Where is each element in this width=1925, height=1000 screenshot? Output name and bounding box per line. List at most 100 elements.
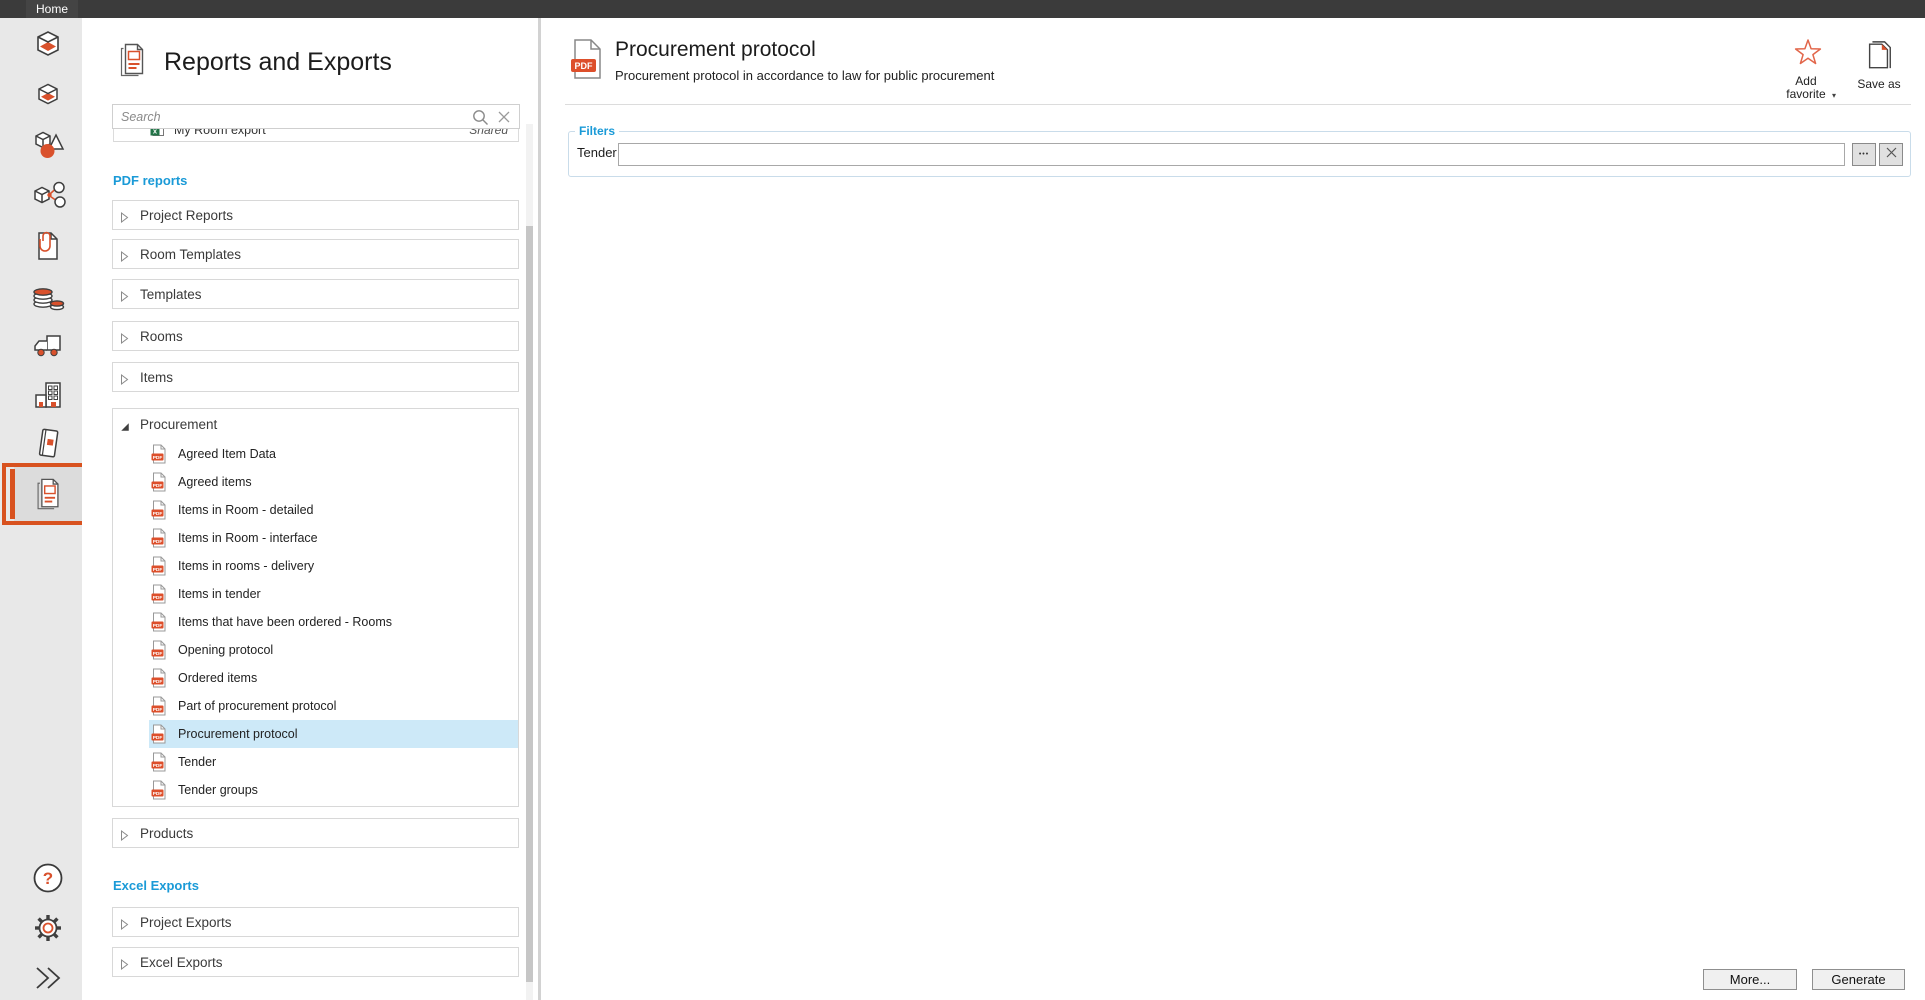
report-item-label: Items in Room - detailed	[178, 503, 313, 517]
pdf-file-icon: PDF	[151, 584, 167, 609]
save-as-button[interactable]: Save as	[1851, 40, 1907, 93]
sidebar-item-finance[interactable]	[30, 278, 66, 314]
sidebar-item-company[interactable]	[30, 377, 66, 413]
expander-collapsed-icon	[120, 249, 129, 267]
documents-icon	[32, 228, 64, 264]
tab-home[interactable]: Home	[26, 0, 78, 18]
filters-legend: Filters	[575, 124, 619, 138]
more-button[interactable]: More...	[1703, 969, 1797, 990]
help-icon: ?	[32, 862, 64, 894]
pdf-file-icon-large: PDF	[570, 38, 604, 85]
group-label: Items	[140, 370, 173, 385]
scrollbar-thumb[interactable]	[526, 226, 533, 982]
sidebar-item-project[interactable]	[30, 28, 66, 64]
company-icon	[31, 378, 65, 412]
group-procurement-header[interactable]: Procurement	[113, 409, 518, 440]
report-item[interactable]: PDF Items in tender	[149, 580, 518, 608]
group-label: Room Templates	[140, 247, 241, 262]
sidebar-item-settings[interactable]	[30, 910, 66, 946]
report-item[interactable]: PDF Part of procurement protocol	[149, 692, 518, 720]
svg-text:PDF: PDF	[575, 61, 594, 71]
sidebar-item-reports[interactable]	[30, 476, 66, 512]
group-project-exports[interactable]: Project Exports	[112, 907, 519, 937]
group-rooms[interactable]: Rooms	[112, 321, 519, 351]
report-item-label: Opening protocol	[178, 643, 273, 657]
tender-browse-button[interactable]: •••	[1852, 143, 1876, 166]
group-templates[interactable]: Templates	[112, 279, 519, 309]
svg-text:PDF: PDF	[153, 511, 163, 517]
detail-subtitle: Procurement protocol in accordance to la…	[615, 68, 994, 83]
project-icon	[30, 28, 66, 64]
tender-clear-button[interactable]	[1879, 143, 1903, 166]
pdf-file-icon: PDF	[151, 752, 167, 777]
sidebar-item-catalog[interactable]	[30, 426, 66, 462]
detail-title: Procurement protocol	[615, 38, 816, 62]
scrolled-report-row[interactable]: x My Room export Shared	[113, 129, 519, 142]
group-items[interactable]: Items	[112, 362, 519, 392]
report-item[interactable]: PDF Items that have been ordered - Rooms	[149, 608, 518, 636]
pdf-file-icon: PDF	[151, 668, 167, 693]
report-item-label: Ordered items	[178, 671, 257, 685]
expander-collapsed-icon	[120, 210, 129, 228]
report-item[interactable]: PDF Opening protocol	[149, 636, 518, 664]
generate-button[interactable]: Generate	[1812, 969, 1905, 990]
group-label: Products	[140, 826, 193, 841]
group-label: Excel Exports	[140, 955, 223, 970]
report-item[interactable]: PDF Items in Room - detailed	[149, 496, 518, 524]
report-item[interactable]: PDF Agreed Item Data	[149, 440, 518, 468]
group-excel-exports[interactable]: Excel Exports	[112, 947, 519, 977]
search-input[interactable]	[113, 105, 483, 128]
svg-text:PDF: PDF	[153, 679, 163, 685]
tender-label: Tender	[577, 145, 617, 160]
expander-expanded-icon	[120, 419, 130, 437]
detail-panel: PDF Procurement protocol Procurement pro…	[541, 18, 1925, 1000]
sidebar-item-products[interactable]	[30, 178, 66, 214]
expander-collapsed-icon	[120, 828, 129, 846]
catalog-icon	[32, 426, 64, 462]
svg-text:PDF: PDF	[153, 455, 163, 461]
save-as-icon	[1865, 57, 1893, 74]
room-icon	[31, 79, 65, 113]
pdf-file-icon: PDF	[151, 724, 167, 749]
report-item-label: Items in rooms - delivery	[178, 559, 314, 573]
group-label: Procurement	[140, 417, 217, 432]
report-item[interactable]: PDF Tender groups	[149, 776, 518, 804]
svg-text:PDF: PDF	[153, 651, 163, 657]
add-favorite-button[interactable]: Add favorite▾	[1777, 38, 1839, 103]
products-icon	[30, 179, 66, 213]
group-project-reports[interactable]: Project Reports	[112, 200, 519, 230]
report-item-label: Items in tender	[178, 587, 261, 601]
group-room-templates[interactable]: Room Templates	[112, 239, 519, 269]
expander-collapsed-icon	[120, 289, 129, 307]
group-label: Project Reports	[140, 208, 233, 223]
star-icon	[1791, 57, 1825, 74]
sidebar-item-help[interactable]: ?	[30, 860, 66, 896]
report-item[interactable]: PDF Agreed items	[149, 468, 518, 496]
close-icon	[1885, 146, 1898, 164]
expander-collapsed-icon	[120, 372, 129, 390]
report-item[interactable]: PDF Ordered items	[149, 664, 518, 692]
report-item[interactable]: PDF Tender	[149, 748, 518, 776]
report-item-selected[interactable]: PDF Procurement protocol	[149, 720, 518, 748]
search-clear-icon[interactable]	[497, 110, 511, 129]
svg-text:PDF: PDF	[153, 707, 163, 713]
report-item[interactable]: PDF Items in Room - interface	[149, 524, 518, 552]
sidebar-item-delivery[interactable]	[30, 328, 66, 364]
group-label: Templates	[140, 287, 202, 302]
sidebar-item-documents[interactable]	[30, 228, 66, 264]
group-label: Project Exports	[140, 915, 232, 930]
search-icon[interactable]	[472, 109, 489, 131]
report-item[interactable]: PDF Items in rooms - delivery	[149, 552, 518, 580]
svg-text:PDF: PDF	[153, 735, 163, 741]
sidebar-item-room[interactable]	[30, 78, 66, 114]
delivery-icon	[30, 330, 66, 362]
filters-group: Filters Tender •••	[568, 131, 1911, 177]
sidebar-item-expand[interactable]	[30, 960, 66, 996]
tender-input[interactable]	[618, 143, 1845, 166]
sidebar-item-items[interactable]	[30, 128, 66, 164]
svg-text:PDF: PDF	[153, 483, 163, 489]
svg-text:PDF: PDF	[153, 791, 163, 797]
scrollbar-track[interactable]	[526, 124, 533, 1000]
group-products[interactable]: Products	[112, 818, 519, 848]
expand-icon	[32, 964, 64, 992]
